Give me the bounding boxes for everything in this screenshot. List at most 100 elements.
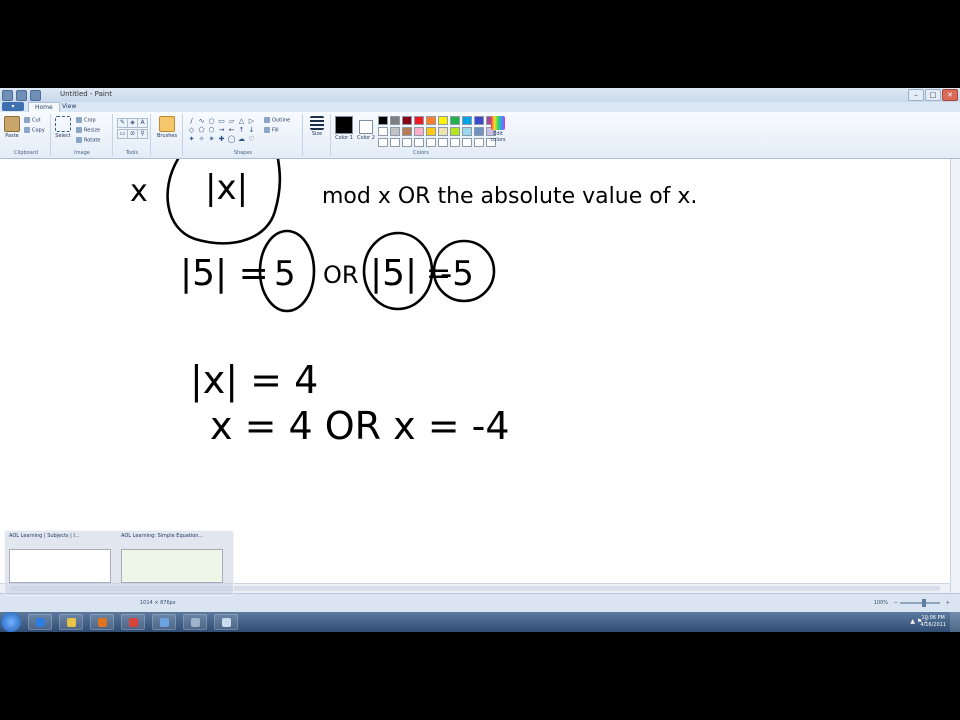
color-swatch[interactable] (450, 127, 460, 136)
color-swatch[interactable] (474, 127, 484, 136)
shape-option-1[interactable]: ∿ (197, 117, 206, 125)
color-swatch[interactable] (414, 138, 424, 147)
ink-5: 5 (274, 254, 296, 294)
minimize-button[interactable]: – (908, 89, 924, 101)
chrome-icon (128, 618, 138, 627)
shape-option-20[interactable]: ♡ (247, 135, 256, 143)
start-button[interactable] (1, 612, 21, 632)
color-swatch[interactable] (390, 116, 400, 125)
taskbar-button-folder[interactable] (59, 614, 83, 630)
color-swatch[interactable] (378, 116, 388, 125)
taskbar-button-ie[interactable] (28, 614, 52, 630)
brushes-button[interactable]: Brushes (155, 116, 179, 139)
shape-option-13[interactable]: ↓ (247, 126, 256, 134)
redo-icon[interactable] (30, 90, 41, 101)
drawing-canvas[interactable]: x |x| mod x OR the absolute value of x. … (0, 157, 950, 583)
taskbar-button-camera[interactable] (183, 614, 207, 630)
shape-option-11[interactable]: ← (227, 126, 236, 134)
fill-button[interactable]: Fill (264, 127, 279, 134)
zoom-in-button[interactable]: + (946, 600, 950, 606)
tab-view[interactable]: View (56, 102, 82, 112)
color-swatch[interactable] (438, 127, 448, 136)
color-swatch[interactable] (474, 116, 484, 125)
zoom-out-button[interactable]: − (894, 600, 898, 606)
paste-button[interactable]: Paste (4, 116, 20, 139)
taskbar-button-chrome[interactable] (121, 614, 145, 630)
maximize-button[interactable]: □ (925, 89, 941, 101)
color-swatch[interactable] (462, 116, 472, 125)
shape-option-7[interactable]: ◇ (187, 126, 196, 134)
edit-colors-button[interactable]: Edit colors (488, 116, 508, 143)
color-swatch[interactable] (450, 138, 460, 147)
shape-option-10[interactable]: → (217, 126, 226, 134)
color-swatch[interactable] (402, 127, 412, 136)
crop-button[interactable]: Crop (76, 117, 96, 124)
shape-option-8[interactable]: ⬠ (197, 126, 206, 134)
resize-button[interactable]: Resize (76, 127, 100, 134)
color1-button[interactable]: Color 1 (334, 116, 354, 141)
brushes-group: Brushes (152, 114, 183, 156)
color-swatch[interactable] (390, 138, 400, 147)
shape-option-6[interactable]: ▷ (247, 117, 256, 125)
color2-button[interactable]: Color 2 (356, 120, 376, 141)
color-swatch[interactable] (378, 138, 388, 147)
color-swatch[interactable] (414, 116, 424, 125)
color-swatch[interactable] (378, 127, 388, 136)
shape-option-12[interactable]: ↑ (237, 126, 246, 134)
color-swatch[interactable] (402, 116, 412, 125)
preview-window-1[interactable]: AOL Learning | Subjects | I... (9, 533, 117, 591)
color-swatch[interactable] (474, 138, 484, 147)
close-button[interactable]: ✕ (942, 89, 958, 101)
undo-icon[interactable] (16, 90, 27, 101)
zoom-slider-thumb[interactable] (922, 599, 926, 607)
tab-home[interactable]: Home (28, 102, 60, 112)
shape-option-19[interactable]: ☁ (237, 135, 246, 143)
shape-option-17[interactable]: ✚ (217, 135, 226, 143)
color-swatch[interactable] (390, 127, 400, 136)
outline-button[interactable]: Outline (264, 117, 290, 124)
vertical-scrollbar[interactable] (950, 159, 960, 593)
paint-menu-icon[interactable]: ▾ (2, 102, 24, 111)
clipboard-icon (4, 116, 20, 132)
color-swatch[interactable] (426, 127, 436, 136)
canvas-dimensions: 1014 × 876px (140, 600, 176, 606)
outline-icon (264, 117, 270, 123)
preview-window-2[interactable]: AOL Learning: Simple Equation... (121, 533, 229, 591)
color-swatch[interactable] (426, 138, 436, 147)
color-swatch[interactable] (426, 116, 436, 125)
color-swatch[interactable] (414, 127, 424, 136)
shape-option-3[interactable]: ▭ (217, 117, 226, 125)
color-swatch[interactable] (402, 138, 412, 147)
color-swatch[interactable] (462, 138, 472, 147)
taskbar-button-media-player[interactable] (90, 614, 114, 630)
clock[interactable]: 10:06 PM 4/16/2011 (920, 615, 946, 629)
color-swatch[interactable] (462, 127, 472, 136)
shape-option-9[interactable]: ⬡ (207, 126, 216, 134)
shape-option-5[interactable]: △ (237, 117, 246, 125)
shape-option-14[interactable]: ✦ (187, 135, 196, 143)
magnifier-icon[interactable]: ⚲ (137, 129, 148, 139)
color-swatch[interactable] (438, 116, 448, 125)
image-group: Select Crop Resize Rotate Image (52, 114, 113, 156)
taskbar-button-network[interactable] (152, 614, 176, 630)
clipboard-group: Paste Cut Copy Clipboard (2, 114, 51, 156)
text-icon[interactable]: A (137, 118, 148, 128)
save-icon[interactable] (2, 90, 13, 101)
shape-option-0[interactable]: ∕ (187, 117, 196, 125)
zoom-slider[interactable] (900, 602, 940, 604)
shape-option-4[interactable]: ▱ (227, 117, 236, 125)
rotate-button[interactable]: Rotate (76, 137, 100, 144)
taskbar-button-paint[interactable] (214, 614, 238, 630)
shape-option-16[interactable]: ✶ (207, 135, 216, 143)
color-swatch[interactable] (438, 138, 448, 147)
color-swatch[interactable] (450, 116, 460, 125)
copy-button[interactable]: Copy (24, 127, 45, 134)
shape-option-18[interactable]: ◯ (227, 135, 236, 143)
cut-button[interactable]: Cut (24, 117, 41, 124)
shape-option-2[interactable]: ○ (207, 117, 216, 125)
show-desktop-button[interactable] (950, 612, 960, 632)
select-button[interactable]: Select (54, 116, 72, 139)
size-group: Size (304, 114, 331, 156)
shape-option-15[interactable]: ✧ (197, 135, 206, 143)
size-button[interactable]: Size (307, 116, 327, 137)
